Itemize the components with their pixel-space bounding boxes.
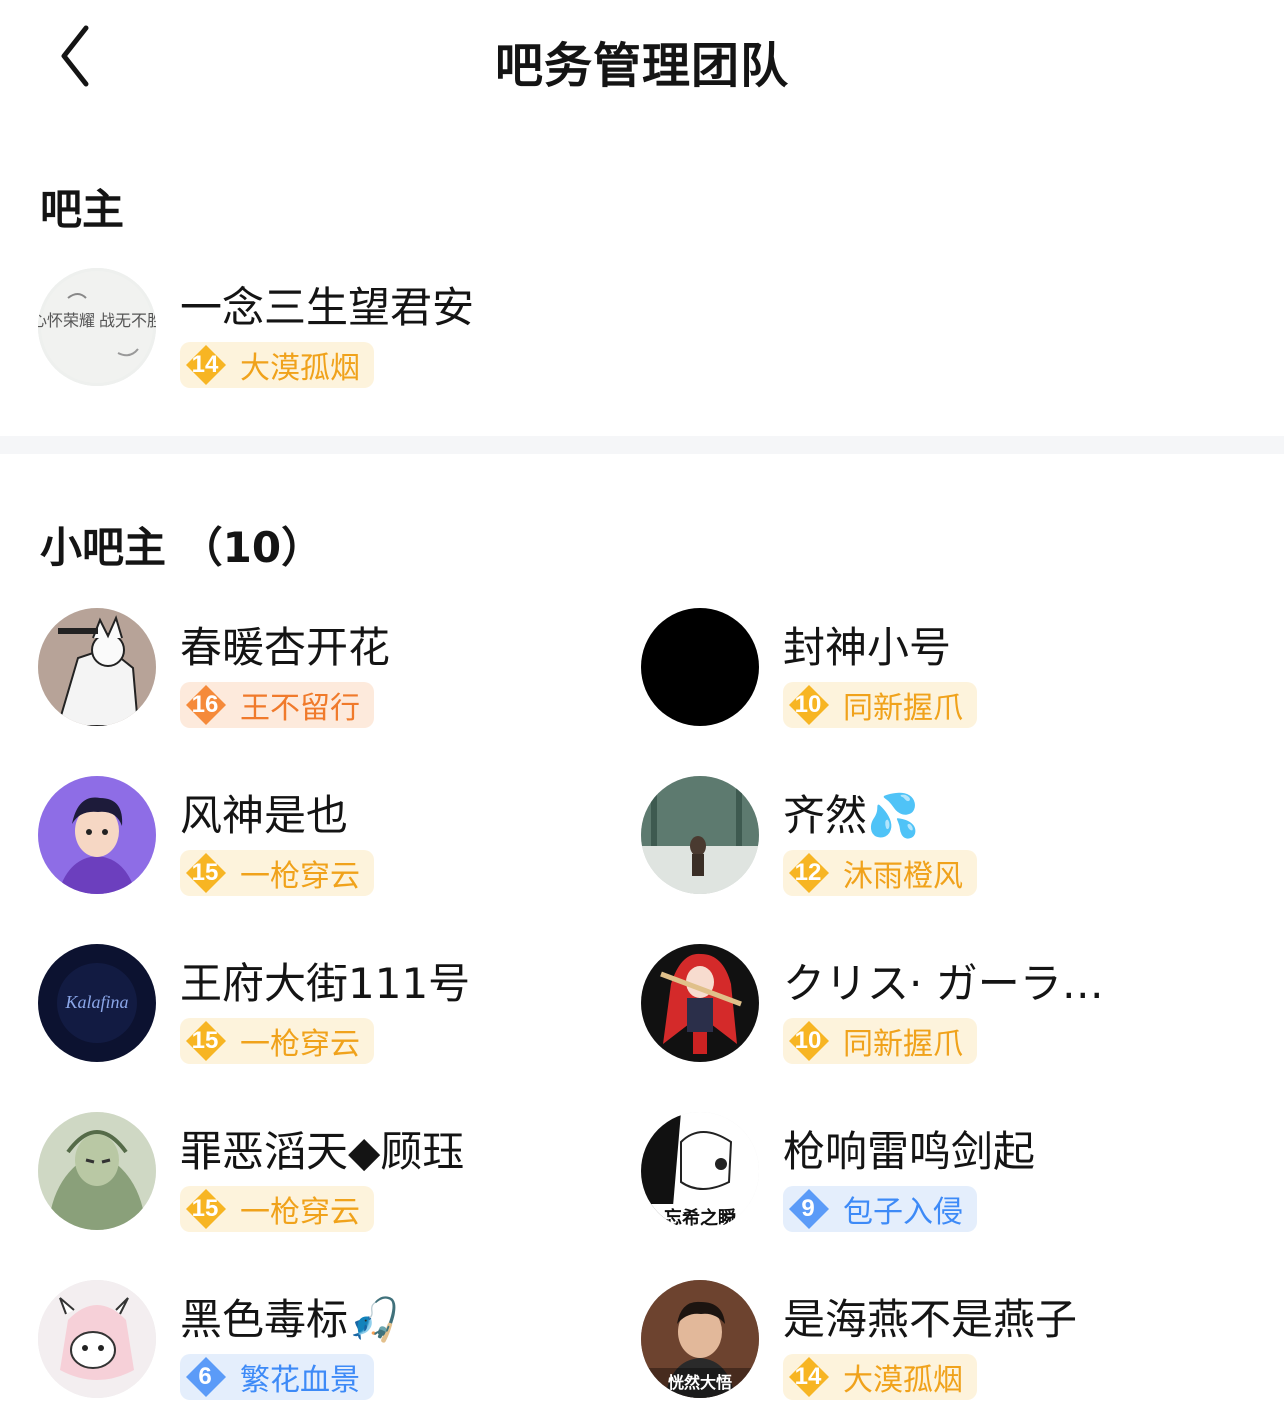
member-name: 封神小号 xyxy=(783,623,952,672)
member-name: 枪响雷鸣剑起 xyxy=(783,1127,1036,1176)
level-badge: 14 大漠孤烟 xyxy=(783,1354,977,1400)
avatar xyxy=(38,608,156,726)
deputy-member[interactable]: 齐然💦 12 沐雨橙风 xyxy=(641,776,1201,906)
level-badge: 6 繁花血景 xyxy=(180,1354,374,1400)
deputy-member[interactable]: 封神小号 10 同新握爪 xyxy=(641,608,1201,738)
avatar-caption: 恍然大悟 xyxy=(668,1373,732,1392)
section-divider xyxy=(0,436,1284,454)
deputy-member[interactable]: 春暖杏开花 16 王不留行 xyxy=(38,608,598,738)
owner-member[interactable]: 心怀荣耀 战无不胜 一念三生望君安 14 大漠孤烟 xyxy=(38,268,598,398)
deputy-member[interactable]: クリス· ガーラ… 10 同新握爪 xyxy=(641,944,1201,1074)
member-name: 齐然💦 xyxy=(783,791,920,840)
top-bar: 吧务管理团队 xyxy=(0,0,1284,120)
avatar: 忘希之瞬 xyxy=(641,1112,759,1230)
deputy-section-title: 小吧主 （10） xyxy=(40,523,324,572)
avatar-logo-text: Kalafina xyxy=(64,992,128,1012)
deputy-member[interactable]: 罪恶滔天◆顾珏 15 一枪穿云 xyxy=(38,1112,598,1242)
avatar-calligraphy: 心怀荣耀 战无不胜 xyxy=(38,312,156,330)
level-badge: 10 同新握爪 xyxy=(783,1018,977,1064)
member-name: 一念三生望君安 xyxy=(180,283,475,332)
avatar xyxy=(38,776,156,894)
owner-section-title: 吧主 xyxy=(40,185,125,234)
level-badge: 12 沐雨橙风 xyxy=(783,850,977,896)
deputy-member[interactable]: 恍然大悟 是海燕不是燕子 14 大漠孤烟 xyxy=(641,1280,1201,1410)
level-badge: 15 一枪穿云 xyxy=(180,1186,374,1232)
avatar: Kalafina xyxy=(38,944,156,1062)
level-badge: 14 大漠孤烟 xyxy=(180,342,374,388)
avatar xyxy=(38,1112,156,1230)
member-name: クリス· ガーラ… xyxy=(783,959,1104,1008)
avatar: 心怀荣耀 战无不胜 xyxy=(38,268,156,386)
level-badge: 15 一枪穿云 xyxy=(180,850,374,896)
deputy-member[interactable]: 黑色毒标🎣 6 繁花血景 xyxy=(38,1280,598,1410)
page-title: 吧务管理团队 xyxy=(494,38,789,94)
avatar xyxy=(641,944,759,1062)
deputy-member[interactable]: Kalafina 王府大街111号 15 一枪穿云 xyxy=(38,944,598,1074)
deputy-member[interactable]: 风神是也 15 一枪穿云 xyxy=(38,776,598,906)
level-badge: 16 王不留行 xyxy=(180,682,374,728)
level-badge: 15 一枪穿云 xyxy=(180,1018,374,1064)
member-name: 风神是也 xyxy=(180,791,349,840)
avatar: 恍然大悟 xyxy=(641,1280,759,1398)
member-name: 春暖杏开花 xyxy=(180,623,391,672)
avatar-caption: 忘希之瞬 xyxy=(664,1207,736,1229)
member-name: 王府大街111号 xyxy=(180,959,471,1008)
avatar xyxy=(641,608,759,726)
avatar xyxy=(641,776,759,894)
member-name: 黑色毒标🎣 xyxy=(180,1295,401,1344)
member-name: 罪恶滔天◆顾珏 xyxy=(180,1127,465,1176)
deputy-member[interactable]: 忘希之瞬 枪响雷鸣剑起 9 包子入侵 xyxy=(641,1112,1201,1242)
level-badge: 9 包子入侵 xyxy=(783,1186,977,1232)
avatar xyxy=(38,1280,156,1398)
level-badge: 10 同新握爪 xyxy=(783,682,977,728)
member-name: 是海燕不是燕子 xyxy=(783,1295,1078,1344)
